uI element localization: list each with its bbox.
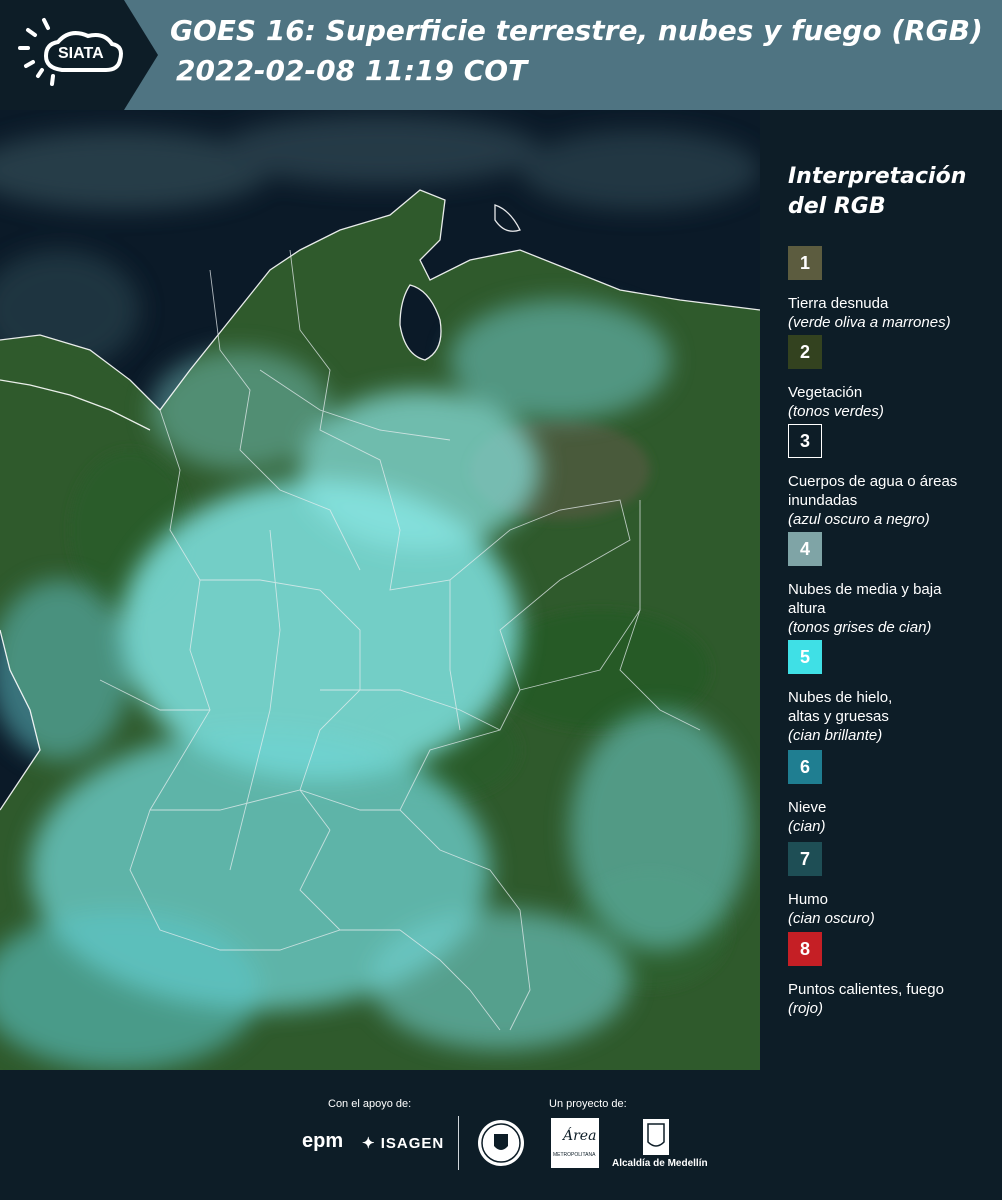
satellite-map	[0, 110, 760, 1070]
legend-swatch: 4	[788, 532, 822, 566]
isagen-mark-icon: ✦	[362, 1135, 376, 1152]
legend-item-8: 8 Puntos calientes, fuego (rojo)	[788, 932, 944, 1018]
siata-logo: SIATA	[0, 0, 158, 110]
legend-item-label: Puntos calientes, fuego	[788, 981, 944, 998]
legend-swatch: 7	[788, 842, 822, 876]
legend-item-label: Vegetación	[788, 384, 863, 401]
legend-swatch: 6	[788, 750, 822, 784]
alcaldia-shield-icon	[642, 1118, 670, 1156]
legend-item-2: 2 Vegetación (tonos verdes)	[788, 335, 884, 421]
area-metro-text: Área	[563, 1128, 597, 1144]
footer-divider	[458, 1116, 459, 1170]
legend-swatch: 1	[788, 246, 822, 280]
legend-item-sub: (cian brillante)	[788, 727, 883, 744]
isagen-logo: ✦ ISAGEN	[362, 1134, 444, 1152]
legend-item-5: 5 Nubes de hielo, altas y gruesas (cian …	[788, 640, 928, 745]
legend-item-3: 3 Cuerpos de agua o áreas inundadas (azu…	[788, 424, 968, 529]
support-label: Con el apoyo de:	[328, 1098, 412, 1110]
legend-item-sub: (tonos verdes)	[788, 403, 884, 420]
logo-text: SIATA	[58, 45, 104, 62]
footer: Con el apoyo de: Un proyecto de: epm ✦ I…	[0, 1070, 1002, 1200]
area-metropolitana-logo: Área METROPOLITANA	[551, 1118, 599, 1168]
legend-title: Interpretación del RGB	[788, 162, 966, 222]
header-bar: SIATA GOES 16: Superficie terrestre, nub…	[0, 0, 1002, 110]
legend-item-7: 7 Humo (cian oscuro)	[788, 842, 875, 928]
legend-title-line1: Interpretación	[788, 164, 967, 189]
legend-item-label: Humo	[788, 891, 829, 908]
legend-item-label: Nieve	[788, 799, 827, 816]
university-seal-icon	[476, 1118, 526, 1168]
legend-item-1: 1 Tierra desnuda (verde oliva a marrones…	[788, 246, 951, 332]
area-metro-sub: METROPOLITANA	[553, 1152, 596, 1158]
legend-item-label: Nubes de media y baja altura	[788, 581, 942, 617]
isagen-text: ISAGEN	[380, 1135, 445, 1152]
legend-item-label: Nubes de hielo, altas y gruesas	[788, 689, 893, 725]
legend-item-label: Tierra desnuda	[788, 295, 889, 312]
legend-item-sub: (cian)	[788, 818, 826, 835]
epm-logo: epm	[302, 1130, 344, 1152]
legend-swatch: 2	[788, 335, 822, 369]
legend-item-sub: (verde oliva a marrones)	[788, 314, 951, 331]
legend-swatch: 8	[788, 932, 822, 966]
legend-item-sub: (cian oscuro)	[788, 910, 875, 927]
legend-swatch: 3	[788, 424, 822, 458]
legend-item-sub: (azul oscuro a negro)	[788, 511, 930, 528]
legend-title-line2: del RGB	[788, 194, 886, 219]
legend-item-6: 6 Nieve (cian)	[788, 750, 826, 836]
legend-item-sub: (tonos grises de cian)	[788, 619, 932, 636]
alcaldia-label: Alcaldía de Medellín	[612, 1158, 708, 1169]
legend-swatch: 5	[788, 640, 822, 674]
page-timestamp: 2022-02-08 11:19 COT	[176, 54, 528, 87]
legend-item-label: Cuerpos de agua o áreas inundadas	[788, 473, 958, 509]
legend-panel: Interpretación del RGB 1 Tierra desnuda …	[760, 110, 1002, 1070]
legend-item-4: 4 Nubes de media y baja altura (tonos gr…	[788, 532, 948, 637]
project-label: Un proyecto de:	[549, 1098, 627, 1110]
page-title: GOES 16: Superficie terrestre, nubes y f…	[170, 14, 983, 47]
legend-item-sub: (rojo)	[788, 1000, 824, 1017]
